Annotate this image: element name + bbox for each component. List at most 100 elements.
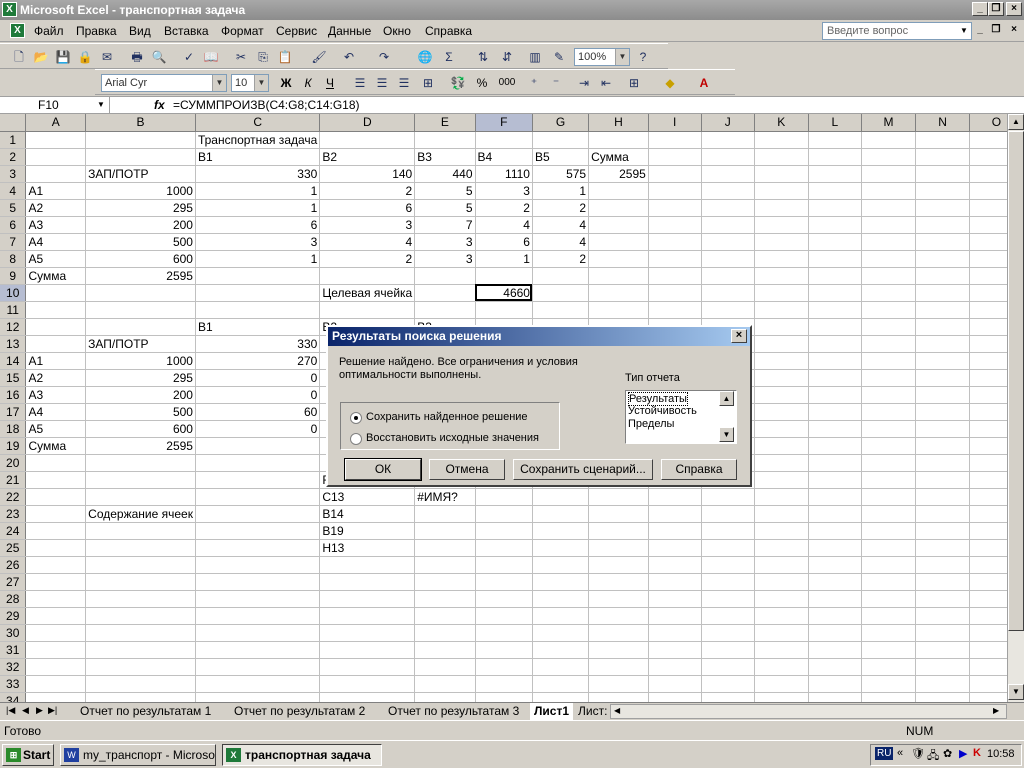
name-box[interactable]: F10 bbox=[0, 97, 110, 113]
cell-e23[interactable] bbox=[414, 505, 476, 523]
menu-window[interactable]: Окно bbox=[383, 24, 411, 38]
row-header[interactable]: 17 bbox=[0, 403, 27, 421]
row-header[interactable]: 5 bbox=[0, 199, 27, 217]
next-sheet-icon[interactable]: ▶ bbox=[36, 705, 43, 716]
cell-n32[interactable] bbox=[915, 658, 970, 676]
cell-b1[interactable] bbox=[85, 131, 196, 149]
cell-f1[interactable] bbox=[475, 131, 533, 149]
cell-k17[interactable] bbox=[754, 403, 809, 421]
cell-a23[interactable] bbox=[25, 505, 87, 523]
cell-m27[interactable] bbox=[861, 573, 917, 591]
cell-c13[interactable]: 330 bbox=[195, 335, 321, 353]
cell-m32[interactable] bbox=[861, 658, 917, 676]
cell-d1[interactable] bbox=[319, 131, 416, 149]
merge-center-icon[interactable]: ⊞ bbox=[419, 74, 437, 92]
cell-b2[interactable] bbox=[85, 148, 196, 166]
fill-color-icon[interactable]: ◆ bbox=[661, 74, 679, 92]
menu-insert[interactable]: Вставка bbox=[164, 24, 209, 38]
column-header-g[interactable]: G bbox=[532, 114, 590, 132]
cell-e22[interactable]: #ИМЯ? bbox=[414, 488, 476, 506]
cell-l22[interactable] bbox=[808, 488, 863, 506]
cell-a11[interactable] bbox=[25, 301, 87, 319]
help-search-input[interactable]: Введите вопрос bbox=[822, 22, 972, 40]
cell-l27[interactable] bbox=[808, 573, 863, 591]
cell-l29[interactable] bbox=[808, 607, 863, 625]
redo-icon[interactable]: ↷ bbox=[375, 48, 393, 66]
cell-h33[interactable] bbox=[588, 675, 649, 693]
cell-k30[interactable] bbox=[754, 624, 809, 642]
cell-n6[interactable] bbox=[915, 216, 970, 234]
cell-d31[interactable] bbox=[319, 641, 416, 659]
row-header[interactable]: 18 bbox=[0, 420, 27, 438]
cell-b20[interactable] bbox=[85, 454, 196, 472]
font-size-select[interactable]: 10 ▼ bbox=[231, 74, 269, 92]
email-icon[interactable]: ✉ bbox=[98, 48, 116, 66]
cell-j10[interactable] bbox=[701, 284, 755, 302]
cell-d27[interactable] bbox=[319, 573, 416, 591]
cell-g7[interactable]: 4 bbox=[532, 233, 590, 251]
cell-j33[interactable] bbox=[701, 675, 755, 693]
cell-k10[interactable] bbox=[754, 284, 809, 302]
cell-i27[interactable] bbox=[648, 573, 702, 591]
vertical-scrollbar[interactable]: ▲ ▼ bbox=[1007, 114, 1024, 702]
cell-l17[interactable] bbox=[808, 403, 863, 421]
cell-e27[interactable] bbox=[414, 573, 476, 591]
cell-c1[interactable]: Транспортная задача bbox=[195, 131, 321, 149]
scroll-right-icon[interactable]: ▶ bbox=[993, 706, 999, 715]
tray-shield-icon[interactable]: 🛡 bbox=[911, 747, 925, 760]
cell-n11[interactable] bbox=[915, 301, 970, 319]
dialog-close-icon[interactable]: × bbox=[731, 329, 747, 343]
cell-e3[interactable]: 440 bbox=[414, 165, 476, 183]
cell-a13[interactable] bbox=[25, 335, 87, 353]
cell-h2[interactable]: Сумма bbox=[588, 148, 649, 166]
cell-l5[interactable] bbox=[808, 199, 863, 217]
cell-n15[interactable] bbox=[915, 369, 970, 387]
cell-k6[interactable] bbox=[754, 216, 809, 234]
cell-i24[interactable] bbox=[648, 522, 702, 540]
cell-c11[interactable] bbox=[195, 301, 321, 319]
row-header[interactable]: 29 bbox=[0, 607, 27, 625]
cell-f25[interactable] bbox=[475, 539, 533, 557]
first-sheet-icon[interactable]: |◀ bbox=[6, 705, 15, 716]
row-header[interactable]: 14 bbox=[0, 352, 27, 370]
doc-close-button[interactable]: × bbox=[1006, 24, 1022, 38]
row-header[interactable]: 30 bbox=[0, 624, 27, 642]
cell-g34[interactable] bbox=[532, 692, 590, 702]
workbook-icon[interactable]: X bbox=[10, 23, 25, 38]
cell-d5[interactable]: 6 bbox=[319, 199, 416, 217]
row-header[interactable]: 21 bbox=[0, 471, 27, 489]
cell-n31[interactable] bbox=[915, 641, 970, 659]
row-header[interactable]: 25 bbox=[0, 539, 27, 557]
cell-l1[interactable] bbox=[808, 131, 863, 149]
cell-n22[interactable] bbox=[915, 488, 970, 506]
cancel-button[interactable]: Отмена bbox=[429, 459, 505, 480]
cell-l2[interactable] bbox=[808, 148, 863, 166]
cell-h24[interactable] bbox=[588, 522, 649, 540]
cell-l6[interactable] bbox=[808, 216, 863, 234]
list-scroll-down-icon[interactable]: ▼ bbox=[719, 427, 734, 442]
cell-i32[interactable] bbox=[648, 658, 702, 676]
cell-l21[interactable] bbox=[808, 471, 863, 489]
cell-e2[interactable]: B3 bbox=[414, 148, 476, 166]
cell-k32[interactable] bbox=[754, 658, 809, 676]
column-header-b[interactable]: B bbox=[85, 114, 196, 132]
cell-n23[interactable] bbox=[915, 505, 970, 523]
cell-h5[interactable] bbox=[588, 199, 649, 217]
cell-j6[interactable] bbox=[701, 216, 755, 234]
cell-n28[interactable] bbox=[915, 590, 970, 608]
cell-b32[interactable] bbox=[85, 658, 196, 676]
cell-i9[interactable] bbox=[648, 267, 702, 285]
cell-m25[interactable] bbox=[861, 539, 917, 557]
cell-a18[interactable]: A5 bbox=[25, 420, 87, 438]
cell-l32[interactable] bbox=[808, 658, 863, 676]
cell-b33[interactable] bbox=[85, 675, 196, 693]
cell-m9[interactable] bbox=[861, 267, 917, 285]
font-select[interactable]: Arial Cyr ▼ bbox=[101, 74, 227, 92]
cell-j24[interactable] bbox=[701, 522, 755, 540]
cell-c18[interactable]: 0 bbox=[195, 420, 321, 438]
cell-m26[interactable] bbox=[861, 556, 917, 574]
chevron-down-icon[interactable]: ▼ bbox=[212, 75, 226, 91]
cell-d33[interactable] bbox=[319, 675, 416, 693]
cell-m3[interactable] bbox=[861, 165, 917, 183]
cell-h32[interactable] bbox=[588, 658, 649, 676]
